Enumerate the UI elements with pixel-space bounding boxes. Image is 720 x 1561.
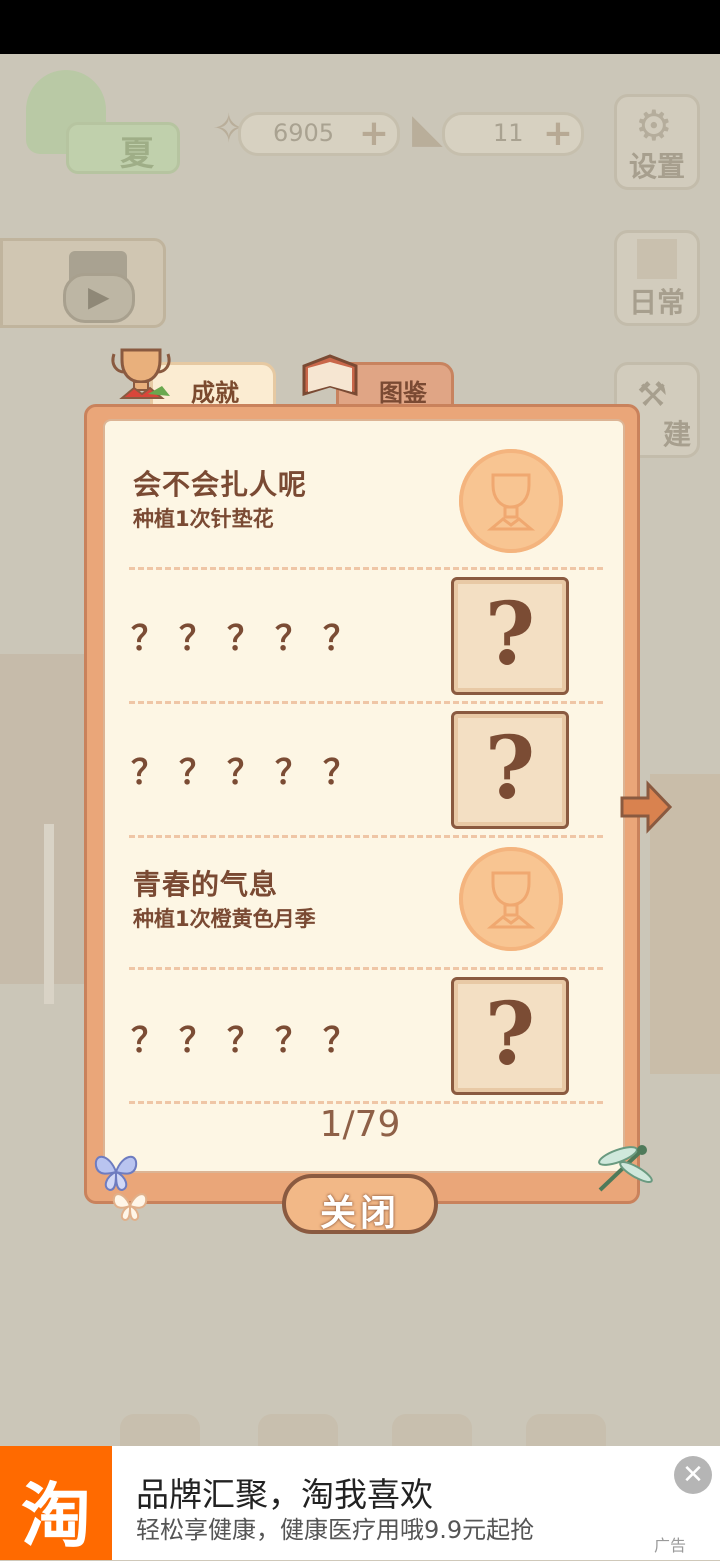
row-divider — [129, 967, 603, 970]
book-icon — [302, 354, 358, 397]
bottom-toolbar — [110, 1414, 610, 1446]
question-mark-icon: ? — [484, 984, 536, 1085]
achievement-title-hidden: ？？？？？ — [131, 619, 371, 659]
gear-icon: ⚙ — [635, 101, 673, 150]
locked-achievement-icon: ? — [451, 577, 569, 695]
cheese-currency-pill: 11 + — [442, 112, 584, 156]
locked-achievement-icon: ? — [451, 977, 569, 1095]
achievement-title: 青春的气息 — [133, 868, 279, 901]
achievement-title-hidden: ？？？？？ — [131, 753, 371, 793]
hammer-icon: ⚒ — [637, 375, 668, 415]
trophy-icon — [111, 348, 171, 399]
achievement-desc: 种植1次橙黄色月季 — [133, 907, 316, 931]
achievement-item[interactable]: ？？？？？ ? — [105, 571, 623, 705]
close-button[interactable]: 关闭 — [282, 1174, 438, 1234]
row-divider — [129, 567, 603, 570]
video-reward-button[interactable]: ▶ — [0, 238, 166, 328]
ad-tag: 广告 — [654, 1536, 687, 1555]
achievements-dialog: 会不会扎人呢 种植1次针垫花 ？？？？？ ? ？？？？？ ? 青春的气息 种植1… — [84, 404, 640, 1204]
achievement-item[interactable]: ？？？？？ ? — [105, 705, 623, 839]
cheese-icon: ◣ — [412, 106, 443, 152]
season-badge[interactable]: 夏 — [26, 70, 180, 174]
season-label: 夏 — [120, 134, 154, 174]
achievement-title-hidden: ？？？？？ — [131, 1021, 371, 1061]
locked-achievement-icon: ? — [451, 711, 569, 829]
lamp-post — [44, 824, 54, 1004]
row-divider — [129, 835, 603, 838]
next-page-arrow-icon[interactable] — [620, 780, 672, 834]
ad-title: 品牌汇聚，淘我喜欢 — [136, 1475, 433, 1514]
row-divider — [129, 701, 603, 704]
achievement-item[interactable]: 会不会扎人呢 种植1次针垫花 — [105, 421, 623, 555]
achievement-item[interactable]: 青春的气息 种植1次橙黄色月季 — [105, 839, 623, 973]
achievement-medal-icon — [459, 847, 563, 951]
build-label: 建 — [662, 418, 691, 451]
play-icon: ▶ — [63, 273, 135, 323]
achievement-medal-icon — [459, 449, 563, 553]
page-indicator: 1/79 — [319, 1104, 401, 1145]
question-mark-icon: ? — [484, 718, 536, 819]
add-cheese-button[interactable]: + — [543, 113, 573, 154]
achievement-desc: 种植1次针垫花 — [133, 507, 274, 531]
fish-value: 6905 — [273, 119, 335, 147]
close-button-label: 关闭 — [319, 1193, 400, 1234]
achievement-item[interactable]: ？？？？？ ? — [105, 971, 623, 1105]
add-fish-button[interactable]: + — [359, 113, 389, 154]
ad-banner[interactable]: 淘 品牌汇聚，淘我喜欢 轻松享健康，健康医疗用哦9.9元起抢 ✕ 广告 — [0, 1446, 720, 1560]
ad-close-button[interactable]: ✕ — [674, 1456, 712, 1494]
taobao-logo: 淘 — [0, 1446, 112, 1560]
tab-collection-label: 图鉴 — [379, 379, 427, 407]
cheese-value: 11 — [493, 119, 524, 147]
settings-label: 设置 — [628, 150, 685, 183]
achievement-title: 会不会扎人呢 — [133, 468, 308, 501]
close-icon: ✕ — [682, 1460, 704, 1490]
daily-button[interactable]: 日常 — [614, 230, 700, 326]
butterfly-icon — [112, 1193, 148, 1222]
question-mark-icon: ? — [484, 584, 536, 685]
daily-label: 日常 — [628, 286, 685, 319]
notepad-icon — [637, 239, 677, 279]
taobao-logo-text: 淘 — [21, 1475, 91, 1557]
settings-button[interactable]: ⚙ 设置 — [614, 94, 700, 190]
ad-subtitle: 轻松享健康，健康医疗用哦9.9元起抢 — [136, 1516, 535, 1544]
achievement-list: 会不会扎人呢 种植1次针垫花 ？？？？？ ? ？？？？？ ? 青春的气息 种植1… — [103, 419, 625, 1173]
dragonfly-icon — [598, 1145, 653, 1192]
tab-achievements-label: 成就 — [191, 379, 239, 407]
status-bar — [0, 0, 720, 54]
fish-currency-pill: 6905 + — [238, 112, 400, 156]
